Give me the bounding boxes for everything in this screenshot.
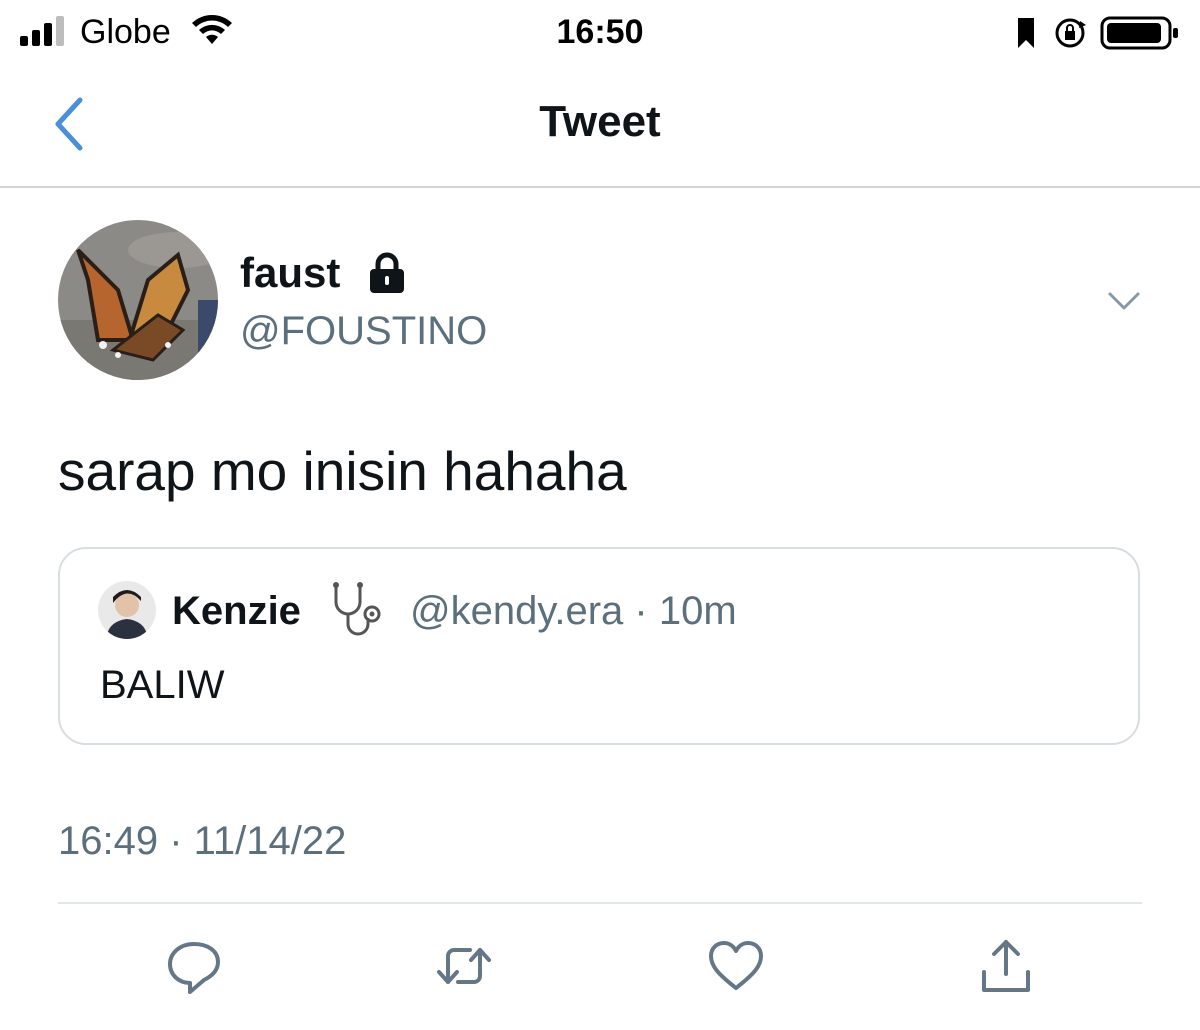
battery-icon <box>1100 16 1178 50</box>
like-button[interactable] <box>706 936 766 996</box>
quote-handle-time: @kendy.era · 10m <box>410 589 737 633</box>
tweet-text: sarap mo inisin hahaha <box>58 440 627 502</box>
avatar[interactable] <box>58 220 218 380</box>
share-button[interactable] <box>976 936 1036 996</box>
status-indicators <box>1018 16 1178 50</box>
lock-icon <box>370 252 404 293</box>
retweet-icon <box>437 948 491 984</box>
like-icon <box>709 941 763 990</box>
user-handle[interactable]: @FOUSTINO <box>240 306 487 356</box>
quote-display-name: Kenzie <box>172 589 301 633</box>
chevron-down-icon[interactable] <box>1106 286 1142 316</box>
butterfly-avatar-image <box>58 220 218 380</box>
tweet-timestamp: 16:49 · 11/14/22 <box>58 819 347 863</box>
rotation-lock-icon <box>1055 18 1086 48</box>
divider <box>58 902 1142 904</box>
quote-avatar <box>98 581 156 639</box>
reply-icon <box>168 942 220 994</box>
quoted-tweet-card[interactable] <box>58 547 1140 745</box>
page-title: Tweet <box>539 97 661 146</box>
stethoscope-icon <box>333 582 381 636</box>
bookmark-icon <box>1018 18 1034 48</box>
retweet-button[interactable] <box>434 936 494 996</box>
share-icon <box>982 940 1030 992</box>
display-name[interactable]: faust <box>240 248 340 298</box>
status-bar: Globe 16:50 <box>0 0 1200 62</box>
reply-button[interactable] <box>164 936 224 996</box>
navigation-bar: Tweet <box>0 62 1200 188</box>
quote-text: BALIW <box>100 663 225 707</box>
